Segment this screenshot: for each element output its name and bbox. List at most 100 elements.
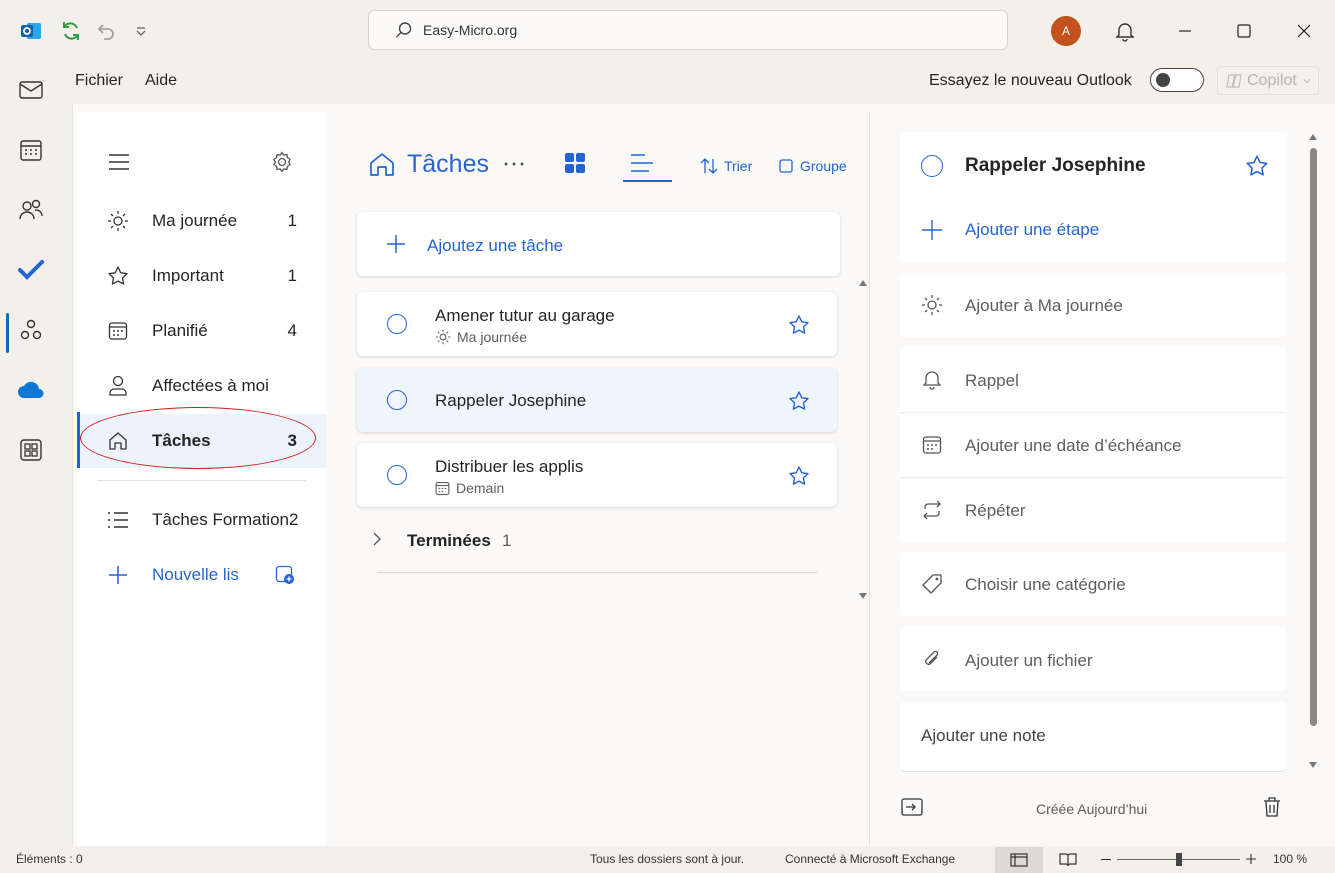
complete-checkbox[interactable] — [387, 465, 407, 485]
app-rail — [0, 62, 62, 847]
task-item-selected[interactable]: Rappeler Josephine — [357, 368, 837, 432]
nav-item-important[interactable]: Important 1 — [77, 249, 327, 303]
new-group-icon[interactable] — [275, 565, 295, 585]
menu-aide[interactable]: Aide — [145, 72, 177, 90]
task-title: Rappeler Josephine — [435, 391, 587, 410]
star-icon[interactable] — [788, 390, 810, 412]
detail-task-title[interactable]: Rappeler Josephine — [965, 155, 1146, 177]
list-view-icon[interactable] — [630, 153, 654, 173]
complete-checkbox[interactable] — [387, 390, 407, 410]
category-card: Choisir une catégorie — [900, 552, 1286, 616]
delete-trash-icon[interactable] — [1262, 796, 1282, 818]
star-icon[interactable] — [1245, 154, 1269, 178]
task-title: Distribuer les applis — [435, 457, 584, 476]
zoom-slider-thumb[interactable] — [1176, 853, 1182, 866]
zoom-out-icon[interactable] — [1101, 859, 1111, 860]
task-item[interactable]: Amener tutur au garage Ma journée — [357, 292, 837, 356]
zoom-in-icon[interactable] — [1246, 854, 1256, 864]
avatar[interactable]: A — [1051, 16, 1081, 46]
todo-checkmark-icon[interactable] — [14, 253, 48, 287]
undo-icon[interactable] — [93, 18, 119, 44]
menu-fichier[interactable]: Fichier — [75, 72, 123, 90]
paperclip-icon — [920, 647, 944, 671]
star-icon[interactable] — [788, 314, 810, 336]
choose-category-button[interactable]: Choisir une catégorie — [900, 552, 1286, 616]
zoom-level[interactable]: 100 % — [1273, 852, 1307, 866]
grid-view-icon[interactable] — [564, 152, 586, 174]
sun-icon — [107, 210, 129, 232]
todo-sidebar: Ma journée 1 Important 1 Planifié 4 Affe… — [77, 112, 327, 846]
add-task-input[interactable]: Ajoutez une tâche — [357, 212, 840, 276]
chevron-right-icon[interactable] — [372, 531, 382, 547]
copilot-button[interactable]: Copilot — [1217, 66, 1319, 95]
sort-button[interactable]: Trier — [700, 158, 752, 174]
repeat-button[interactable]: Répéter — [900, 477, 1286, 542]
completed-count: 1 — [502, 531, 512, 550]
onedrive-icon[interactable] — [14, 373, 48, 407]
groups-icon[interactable] — [14, 313, 48, 347]
calendar-icon — [920, 433, 944, 457]
sidebar-divider — [97, 480, 307, 481]
nav-item-planifie[interactable]: Planifié 4 — [77, 304, 327, 358]
minimize-icon[interactable] — [1172, 18, 1198, 44]
calendar-app-icon[interactable] — [14, 133, 48, 167]
normal-view-button[interactable] — [995, 847, 1043, 873]
new-outlook-toggle[interactable] — [1150, 68, 1204, 92]
nav-item-ma-journee[interactable]: Ma journée 1 — [77, 194, 327, 248]
add-to-my-day-button[interactable]: Ajouter à Ma journée — [900, 273, 1286, 337]
created-date: Créée Aujourd’hui — [1036, 801, 1148, 817]
reminder-button[interactable]: Rappel — [900, 347, 1286, 412]
search-box[interactable]: Easy-Micro.org — [368, 10, 1008, 50]
star-icon[interactable] — [788, 465, 810, 487]
note-card[interactable]: Ajouter une note — [900, 702, 1286, 772]
completed-section-label[interactable]: Terminées — [407, 531, 491, 551]
complete-checkbox[interactable] — [921, 155, 943, 177]
copilot-icon — [1226, 73, 1242, 89]
nav-item-affectees[interactable]: Affectées à moi — [77, 359, 327, 413]
repeat-icon — [920, 498, 944, 522]
detail-scroll-down-icon[interactable] — [1309, 761, 1317, 769]
customize-toolbar-icon[interactable] — [128, 18, 154, 44]
repeat-label: Répéter — [965, 501, 1026, 520]
sun-icon — [435, 329, 451, 345]
due-date-button[interactable]: Ajouter une date d’échéance — [900, 412, 1286, 477]
detail-scrollbar-thumb[interactable] — [1310, 148, 1317, 726]
add-to-my-day-label: Ajouter à Ma journée — [965, 296, 1123, 315]
hamburger-menu-icon[interactable] — [108, 153, 130, 171]
add-note-placeholder: Ajouter une note — [921, 726, 1046, 745]
calendar-icon — [435, 481, 450, 496]
apps-icon[interactable] — [14, 433, 48, 467]
nav-count: 1 — [287, 266, 297, 285]
scroll-down-arrow-icon[interactable] — [859, 592, 867, 600]
scroll-up-arrow-icon[interactable] — [859, 279, 867, 287]
status-items-count: Éléments : 0 — [16, 852, 83, 866]
task-subtitle: Demain — [435, 480, 504, 496]
group-label: Groupe — [800, 158, 847, 174]
person-icon — [107, 375, 129, 397]
task-item[interactable]: Distribuer les applis Demain — [357, 443, 837, 507]
mail-icon[interactable] — [14, 73, 48, 107]
choose-category-label: Choisir une catégorie — [965, 575, 1126, 594]
try-new-outlook-label: Essayez le nouveau Outlook — [929, 72, 1132, 89]
settings-gear-icon[interactable] — [271, 151, 293, 173]
people-icon[interactable] — [14, 193, 48, 227]
close-icon[interactable] — [1291, 18, 1317, 44]
hide-detail-pane-icon[interactable] — [901, 798, 923, 816]
add-step-button[interactable]: Ajouter une étape — [900, 198, 1286, 262]
status-sync: Tous les dossiers sont à jour. — [590, 852, 745, 866]
list-title: Tâches — [407, 150, 489, 178]
plus-icon — [387, 235, 405, 253]
sync-icon[interactable] — [58, 18, 84, 44]
bell-icon[interactable] — [1112, 18, 1138, 44]
group-button[interactable]: Groupe — [779, 158, 847, 174]
complete-checkbox[interactable] — [387, 314, 407, 334]
search-text: Easy-Micro.org — [423, 22, 518, 38]
nav-item-taches-formation2[interactable]: Tâches Formation2 — [77, 493, 327, 547]
reading-view-icon[interactable] — [1059, 852, 1077, 867]
task-subtitle-text: Ma journée — [457, 329, 528, 345]
more-options-icon[interactable] — [503, 161, 525, 167]
maximize-icon[interactable] — [1231, 18, 1257, 44]
sort-label: Trier — [724, 158, 753, 174]
detail-scroll-up-icon[interactable] — [1309, 133, 1317, 141]
add-file-button[interactable]: Ajouter un fichier — [900, 627, 1286, 691]
